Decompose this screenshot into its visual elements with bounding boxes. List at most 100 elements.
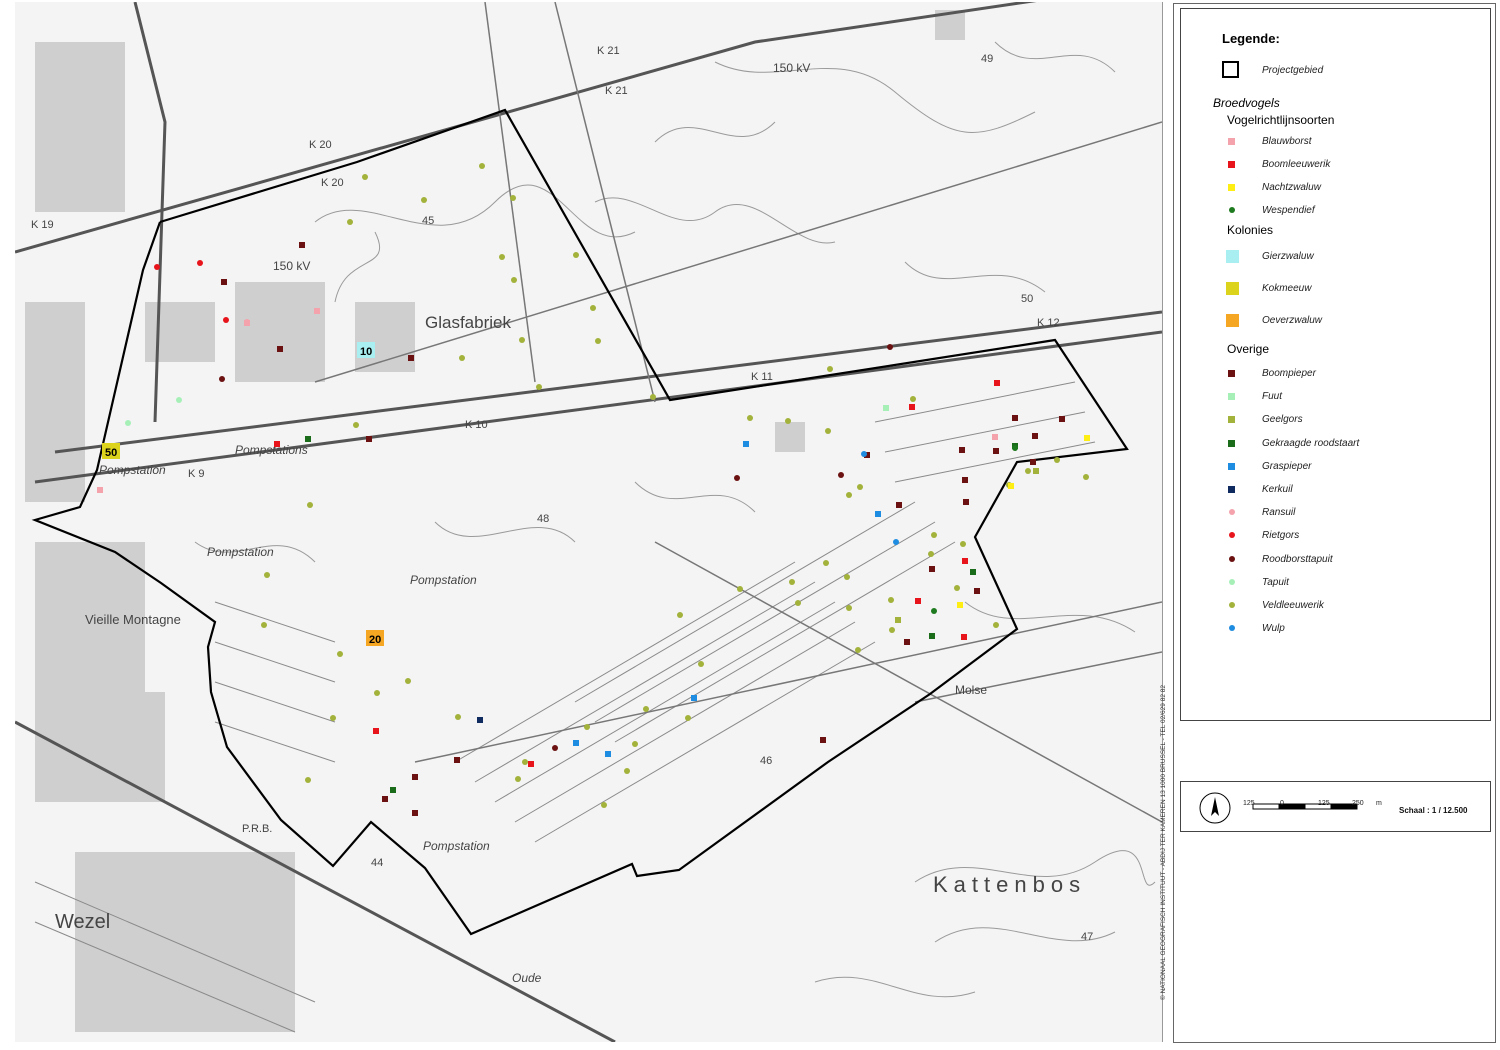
marker-veldleeuwerik[interactable] [825, 428, 831, 434]
marker-rietgors[interactable] [197, 260, 203, 266]
marker-veldleeuwerik[interactable] [737, 586, 743, 592]
marker-nachtzwaluw[interactable] [957, 602, 963, 608]
marker-veldleeuwerik[interactable] [536, 384, 542, 390]
marker-veldleeuwerik[interactable] [928, 551, 934, 557]
marker-boompieper[interactable] [366, 436, 372, 442]
marker-veldleeuwerik[interactable] [421, 197, 427, 203]
marker-veldleeuwerik[interactable] [374, 690, 380, 696]
marker-blauwborst[interactable] [314, 308, 320, 314]
marker-nachtzwaluw[interactable] [1084, 435, 1090, 441]
marker-veldleeuwerik[interactable] [698, 661, 704, 667]
marker-veldleeuwerik[interactable] [405, 678, 411, 684]
marker-boompieper[interactable] [1032, 433, 1038, 439]
marker-veldleeuwerik[interactable] [261, 622, 267, 628]
marker-veldleeuwerik[interactable] [846, 492, 852, 498]
marker-graspieper[interactable] [743, 441, 749, 447]
marker-veldleeuwerik[interactable] [601, 802, 607, 808]
marker-wespendief[interactable] [931, 608, 937, 614]
marker-boomleeuwerik[interactable] [528, 761, 534, 767]
marker-boompieper[interactable] [904, 639, 910, 645]
marker-veldleeuwerik[interactable] [960, 541, 966, 547]
marker-boompieper[interactable] [929, 566, 935, 572]
marker-veldleeuwerik[interactable] [677, 612, 683, 618]
marker-veldleeuwerik[interactable] [795, 600, 801, 606]
marker-boompieper[interactable] [896, 502, 902, 508]
marker-wulp[interactable] [861, 451, 867, 457]
marker-roodborsttapuit[interactable] [887, 344, 893, 350]
marker-boompieper[interactable] [1059, 416, 1065, 422]
marker-boompieper[interactable] [993, 448, 999, 454]
marker-boomleeuwerik[interactable] [909, 404, 915, 410]
marker-veldleeuwerik[interactable] [910, 396, 916, 402]
marker-nachtzwaluw[interactable] [1008, 483, 1014, 489]
marker-tapuit[interactable] [125, 420, 131, 426]
marker-veldleeuwerik[interactable] [264, 572, 270, 578]
marker-boompieper[interactable] [963, 499, 969, 505]
marker-boompieper[interactable] [959, 447, 965, 453]
marker-veldleeuwerik[interactable] [353, 422, 359, 428]
marker-blauwborst[interactable] [992, 434, 998, 440]
marker-veldleeuwerik[interactable] [305, 777, 311, 783]
marker-fuut[interactable] [883, 405, 889, 411]
marker-veldleeuwerik[interactable] [499, 254, 505, 260]
marker-boomleeuwerik[interactable] [274, 441, 280, 447]
marker-veldleeuwerik[interactable] [643, 706, 649, 712]
marker-veldleeuwerik[interactable] [857, 484, 863, 490]
marker-veldleeuwerik[interactable] [624, 768, 630, 774]
marker-geelgors[interactable] [1033, 468, 1039, 474]
marker-veldleeuwerik[interactable] [954, 585, 960, 591]
marker-boompieper[interactable] [412, 774, 418, 780]
marker-veldleeuwerik[interactable] [785, 418, 791, 424]
topographic-map[interactable]: Glasfabriek Pompstation Pompstations Pom… [15, 2, 1163, 1042]
marker-veldleeuwerik[interactable] [307, 502, 313, 508]
marker-roodborsttapuit[interactable] [552, 745, 558, 751]
marker-veldleeuwerik[interactable] [993, 622, 999, 628]
marker-wespendief[interactable] [1012, 445, 1018, 451]
marker-veldleeuwerik[interactable] [330, 715, 336, 721]
marker-boomleeuwerik[interactable] [915, 598, 921, 604]
marker-boompieper[interactable] [382, 796, 388, 802]
marker-gekraagde-roodstaart[interactable] [390, 787, 396, 793]
marker-veldleeuwerik[interactable] [511, 277, 517, 283]
marker-gekraagde-roodstaart[interactable] [305, 436, 311, 442]
marker-boomleeuwerik[interactable] [961, 634, 967, 640]
marker-veldleeuwerik[interactable] [510, 195, 516, 201]
marker-boompieper[interactable] [1012, 415, 1018, 421]
marker-graspieper[interactable] [875, 511, 881, 517]
marker-veldleeuwerik[interactable] [632, 741, 638, 747]
marker-veldleeuwerik[interactable] [455, 714, 461, 720]
marker-boompieper[interactable] [1030, 459, 1036, 465]
marker-veldleeuwerik[interactable] [888, 597, 894, 603]
marker-veldleeuwerik[interactable] [650, 394, 656, 400]
marker-kerkuil[interactable] [477, 717, 483, 723]
marker-veldleeuwerik[interactable] [827, 366, 833, 372]
marker-tapuit[interactable] [176, 397, 182, 403]
marker-veldleeuwerik[interactable] [747, 415, 753, 421]
marker-boomleeuwerik[interactable] [962, 558, 968, 564]
marker-graspieper[interactable] [605, 751, 611, 757]
marker-veldleeuwerik[interactable] [1083, 474, 1089, 480]
marker-rietgors[interactable] [223, 317, 229, 323]
marker-veldleeuwerik[interactable] [846, 605, 852, 611]
marker-boompieper[interactable] [221, 279, 227, 285]
marker-boompieper[interactable] [408, 355, 414, 361]
marker-gekraagde-roodstaart[interactable] [929, 633, 935, 639]
marker-wulp[interactable] [893, 539, 899, 545]
marker-boompieper[interactable] [820, 737, 826, 743]
marker-veldleeuwerik[interactable] [931, 532, 937, 538]
marker-veldleeuwerik[interactable] [1054, 457, 1060, 463]
marker-rietgors[interactable] [154, 264, 160, 270]
marker-boompieper[interactable] [962, 477, 968, 483]
marker-roodborsttapuit[interactable] [219, 376, 225, 382]
marker-veldleeuwerik[interactable] [823, 560, 829, 566]
marker-boomleeuwerik[interactable] [373, 728, 379, 734]
marker-geelgors[interactable] [895, 617, 901, 623]
marker-veldleeuwerik[interactable] [337, 651, 343, 657]
marker-veldleeuwerik[interactable] [519, 337, 525, 343]
marker-boompieper[interactable] [974, 588, 980, 594]
marker-veldleeuwerik[interactable] [1025, 468, 1031, 474]
marker-veldleeuwerik[interactable] [515, 776, 521, 782]
marker-veldleeuwerik[interactable] [844, 574, 850, 580]
marker-roodborsttapuit[interactable] [734, 475, 740, 481]
marker-gekraagde-roodstaart[interactable] [970, 569, 976, 575]
